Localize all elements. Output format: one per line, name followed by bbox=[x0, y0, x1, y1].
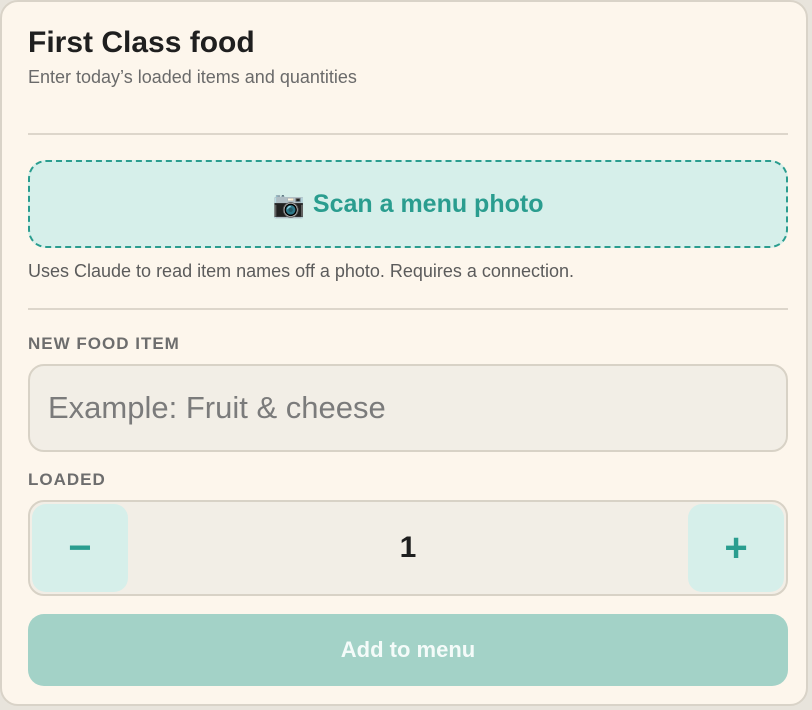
plus-icon: + bbox=[724, 525, 748, 570]
scan-button-label: Scan a menu photo bbox=[312, 189, 544, 218]
increment-button[interactable]: + bbox=[688, 504, 784, 592]
quantity-value: 1 bbox=[399, 531, 417, 564]
scan-help-text: Uses Claude to read item names off a pho… bbox=[28, 261, 574, 281]
page-title: First Class food bbox=[28, 26, 255, 59]
minus-icon: − bbox=[68, 525, 92, 570]
food-entry-panel: First Class food Enter today’s loaded it… bbox=[0, 0, 808, 706]
scan-menu-photo-button[interactable]: 📷 Scan a menu photo bbox=[28, 160, 788, 248]
food-item-input[interactable] bbox=[28, 364, 788, 452]
add-button-label: Add to menu bbox=[340, 637, 476, 662]
camera-icon: 📷 bbox=[272, 189, 305, 219]
loaded-label: LOADED bbox=[28, 470, 106, 489]
loaded-quantity-stepper: 1 − + bbox=[28, 500, 788, 596]
divider bbox=[28, 308, 788, 310]
add-to-menu-button[interactable]: Add to menu bbox=[28, 614, 788, 686]
page-subtitle: Enter today’s loaded items and quantitie… bbox=[28, 67, 357, 87]
divider bbox=[28, 133, 788, 135]
decrement-button[interactable]: − bbox=[32, 504, 128, 592]
food-item-label: NEW FOOD ITEM bbox=[28, 334, 180, 353]
